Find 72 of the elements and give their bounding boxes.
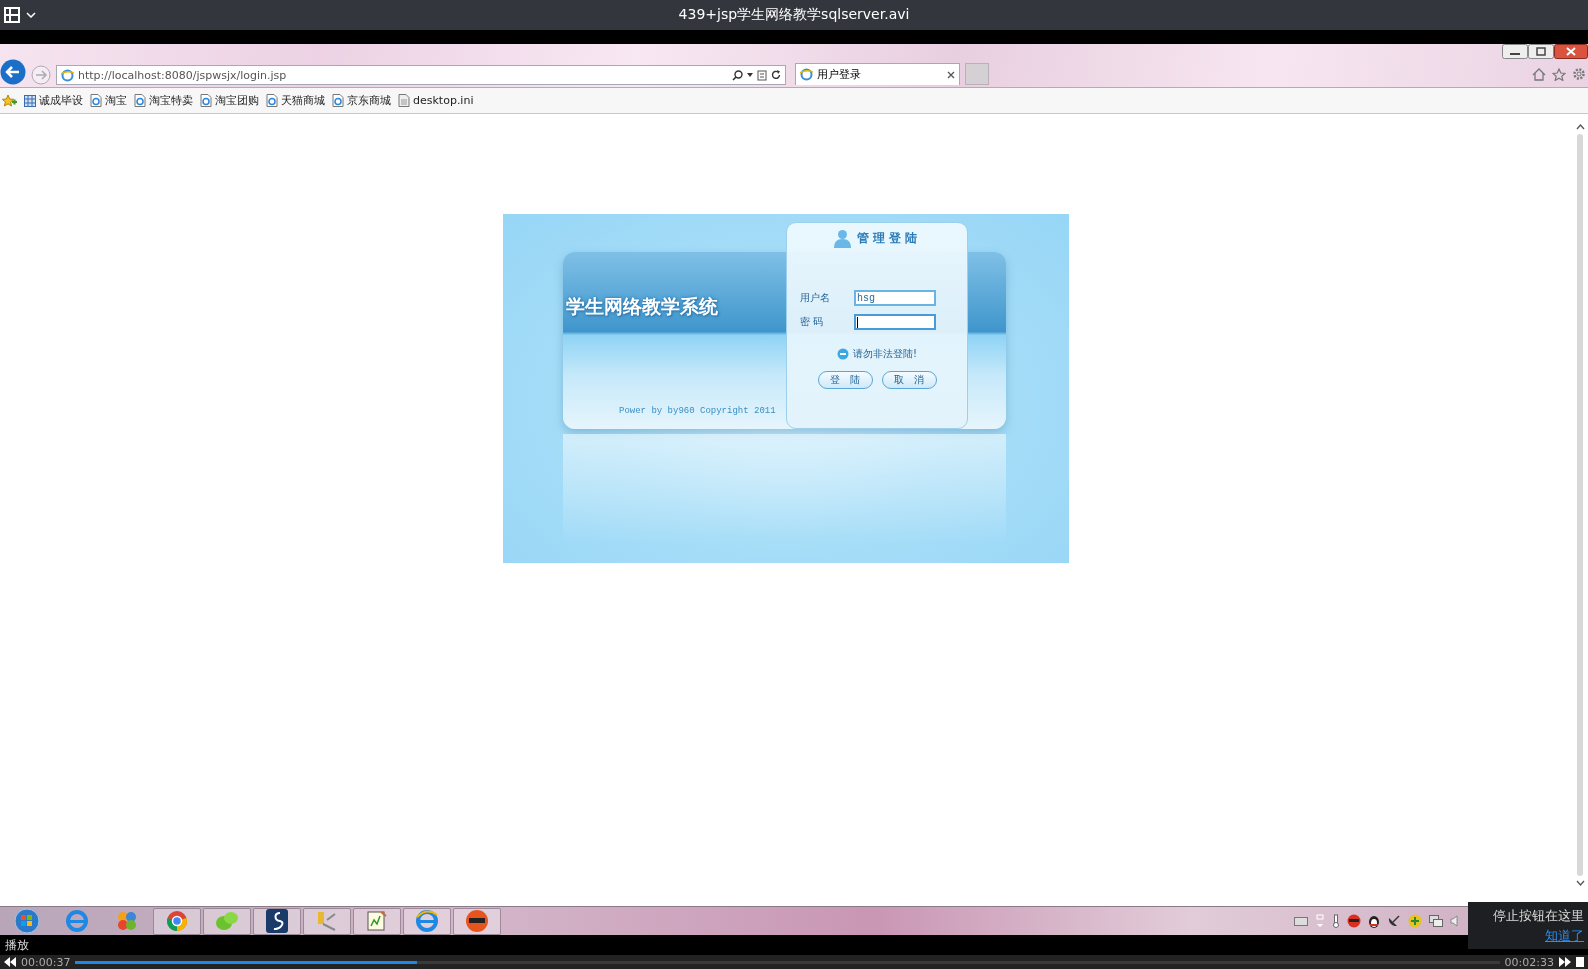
favorites-star-icon[interactable] (2, 93, 17, 108)
taskbar-app[interactable] (453, 907, 501, 935)
bookmark-link[interactable]: desktop.ini (398, 94, 474, 107)
penguin-icon[interactable] (1368, 914, 1380, 928)
scrollbar-thumb[interactable] (1577, 134, 1583, 876)
field-label: 密 码 (800, 315, 825, 329)
grid-icon (24, 94, 36, 107)
leaf-icon (215, 910, 239, 932)
keyboard-icon[interactable] (1294, 916, 1308, 926)
panel-title: 管理登陆 (856, 230, 921, 247)
close-button[interactable] (1554, 44, 1588, 59)
swirl-icon (266, 909, 288, 933)
satellite-dish-icon[interactable] (1387, 914, 1401, 928)
user-icon (833, 229, 851, 248)
compatibility-icon[interactable] (757, 69, 767, 81)
restore-button[interactable] (1528, 44, 1554, 59)
playlist-icon[interactable] (4, 7, 20, 23)
thermometer-icon[interactable] (1332, 914, 1340, 928)
dismiss-link[interactable]: 知道了 (1545, 927, 1584, 945)
bookmark-link[interactable]: 淘宝特卖 (134, 93, 193, 108)
page-icon (332, 94, 344, 107)
address-bar[interactable]: http://localhost:8080/jspwsjx/login.jsp (56, 65, 786, 85)
warning-text: 请勿非法登陆! (853, 347, 917, 361)
page-icon (61, 68, 74, 82)
copyright-text: Power by by960 Copyright 2011 (619, 406, 776, 416)
star-icon[interactable] (1552, 67, 1566, 81)
info-icon (837, 348, 849, 360)
page-icon (266, 94, 278, 107)
browser-tab[interactable]: 用户登录 (795, 63, 960, 85)
speaker-icon[interactable] (1450, 915, 1458, 927)
video-title: 439+jsp学生网络教学sqlserver.avi (678, 6, 910, 22)
close-icon[interactable] (947, 70, 955, 79)
status-text: 播放 (5, 936, 29, 954)
chevron-down-icon[interactable] (26, 12, 36, 18)
bookmark-link[interactable]: 淘宝团购 (200, 93, 259, 108)
start-orb-icon (14, 908, 40, 934)
page-icon (200, 94, 212, 107)
previous-icon[interactable] (4, 957, 16, 967)
back-button[interactable] (0, 59, 26, 85)
elapsed-time: 00:00:37 (21, 955, 71, 969)
chrome-icon (166, 910, 188, 932)
minimize-button[interactable] (1502, 44, 1528, 59)
login-button[interactable]: 登陆 (817, 371, 873, 389)
password-field[interactable] (854, 314, 936, 330)
network-icon[interactable] (1429, 914, 1443, 928)
bookmark-link[interactable]: 诚成毕设 (24, 93, 83, 108)
bookmark-link[interactable]: 淘宝 (90, 93, 127, 108)
bookmark-link[interactable]: 京东商城 (332, 93, 391, 108)
page-icon (800, 68, 813, 81)
settings-icon[interactable] (1572, 67, 1586, 81)
plus-circle-icon[interactable] (1408, 914, 1422, 928)
tooltip-text: 停止按钮在这里 (1493, 907, 1584, 925)
cancel-button[interactable]: 取消 (881, 371, 937, 389)
page-icon (90, 94, 102, 107)
next-icon[interactable] (1559, 957, 1571, 967)
total-time: 00:02:33 (1504, 955, 1554, 969)
dropdown-icon[interactable] (747, 73, 753, 77)
field-label: 用户名 (800, 291, 831, 305)
home-icon[interactable] (1532, 67, 1546, 81)
globe-icon (65, 909, 89, 933)
system-title: 学生网络教学系统 (566, 294, 718, 319)
page-icon (134, 94, 146, 107)
bookmark-link[interactable]: 天猫商城 (266, 93, 325, 108)
globe-icon (415, 909, 439, 933)
file-icon (398, 94, 410, 107)
squares-icon (116, 910, 138, 932)
search-icon[interactable] (732, 69, 743, 81)
refresh-icon[interactable] (771, 70, 781, 80)
url-text: http://localhost:8080/jspwsjx/login.jsp (78, 68, 288, 82)
taskbar-app[interactable] (253, 907, 301, 935)
notepad-icon (366, 910, 388, 932)
username-field[interactable]: hsg (854, 290, 936, 306)
